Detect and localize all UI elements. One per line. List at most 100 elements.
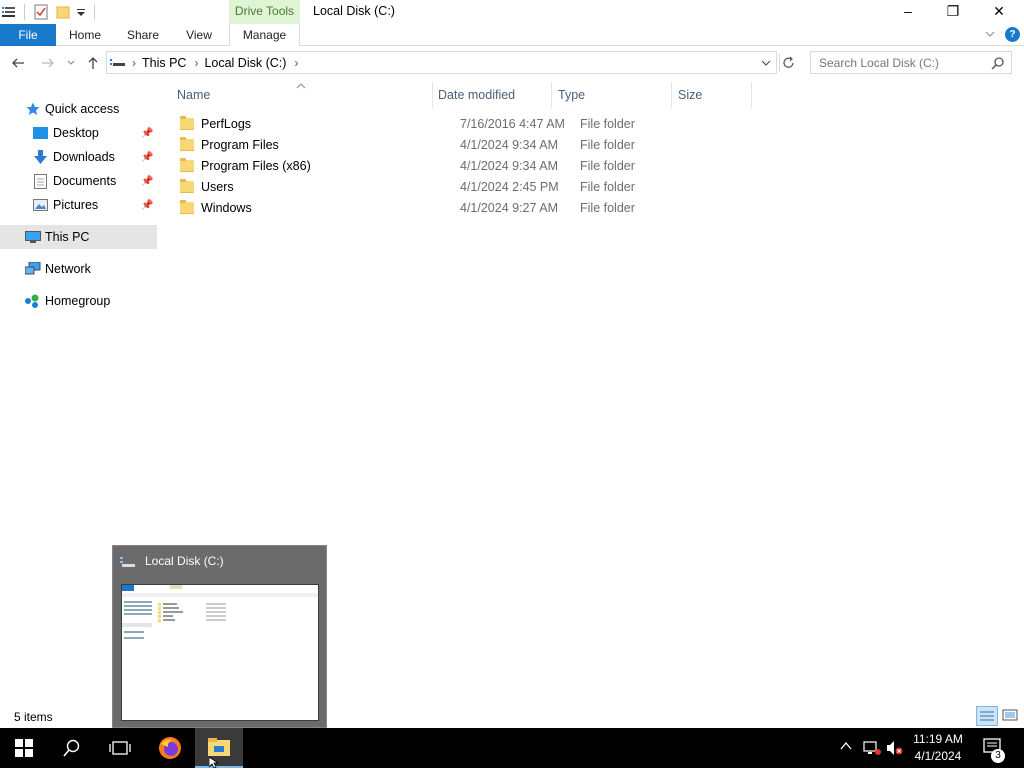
address-bar[interactable]: › This PC › Local Disk (C:) › — [106, 51, 777, 74]
tab-file[interactable]: File — [0, 24, 56, 46]
column-header-date[interactable]: Date modified — [438, 86, 515, 104]
file-explorer-icon — [208, 738, 230, 756]
firefox-icon — [159, 737, 181, 759]
recent-locations-icon[interactable] — [66, 57, 76, 67]
desktop-icon — [33, 127, 48, 139]
documents-icon — [34, 173, 47, 189]
folder-icon — [180, 178, 194, 193]
pin-icon[interactable]: 📌 — [141, 128, 153, 139]
pin-icon[interactable]: 📌 — [141, 176, 153, 187]
file-date: 4/1/2024 9:27 AM — [460, 200, 558, 215]
pictures-icon — [33, 199, 48, 211]
expand-ribbon-icon[interactable] — [984, 28, 996, 40]
search-input[interactable]: Search Local Disk (C:) — [810, 51, 1012, 74]
sort-arrow-icon — [296, 79, 306, 89]
tab-share[interactable]: Share — [116, 24, 170, 46]
start-button[interactable] — [0, 728, 48, 768]
file-explorer-taskbar-button[interactable] — [195, 728, 243, 768]
folder-icon — [180, 115, 194, 130]
nav-downloads[interactable]: Downloads 📌 — [0, 145, 157, 169]
file-type: File folder — [580, 200, 635, 215]
tab-view[interactable]: View — [174, 24, 224, 46]
nav-label: Network — [45, 262, 91, 276]
close-button[interactable]: ✕ — [976, 0, 1022, 22]
file-name: Windows — [201, 200, 252, 215]
homegroup-icon — [24, 294, 41, 308]
new-folder-icon[interactable] — [56, 5, 70, 19]
large-icons-view-icon[interactable] — [1000, 706, 1020, 726]
nav-label: Homegroup — [45, 294, 111, 308]
firefox-taskbar-button[interactable] — [146, 728, 194, 768]
table-row[interactable]: PerfLogs 7/16/2016 4:47 AM File folder — [171, 113, 771, 134]
table-row[interactable]: Program Files 4/1/2024 9:34 AM File fold… — [171, 134, 771, 155]
title-bar: Drive Tools Local Disk (C:) – ❐ ✕ — [0, 0, 1024, 24]
file-date: 4/1/2024 2:45 PM — [460, 179, 559, 194]
thumbnail-title: Local Disk (C:) — [145, 554, 224, 568]
restore-button[interactable]: ❐ — [930, 0, 976, 22]
pin-icon[interactable]: 📌 — [141, 152, 153, 163]
forward-arrow-icon[interactable] — [40, 55, 56, 71]
show-hidden-icons-chevron-icon[interactable] — [840, 740, 852, 755]
breadcrumb-local-disk[interactable]: Local Disk (C:) — [204, 56, 286, 70]
properties-icon[interactable] — [34, 4, 48, 20]
minimize-button[interactable]: – — [885, 0, 931, 22]
column-divider[interactable] — [432, 82, 433, 108]
nav-quick-access[interactable]: Quick access — [0, 97, 157, 121]
mouse-cursor-icon — [208, 756, 220, 771]
network-tray-icon[interactable] — [863, 740, 881, 759]
breadcrumb-separator: › — [294, 55, 299, 70]
breadcrumb-separator: › — [132, 55, 136, 70]
file-type: File folder — [580, 137, 635, 152]
column-header-name[interactable]: Name — [177, 86, 210, 104]
task-view-button[interactable] — [96, 728, 144, 768]
table-row[interactable]: Users 4/1/2024 2:45 PM File folder — [171, 176, 771, 197]
clock-date: 4/1/2024 — [914, 749, 962, 763]
customize-qat-icon[interactable] — [76, 5, 86, 19]
windows-logo-icon — [15, 739, 33, 757]
help-icon[interactable]: ? — [1005, 27, 1020, 42]
download-arrow-icon — [33, 150, 48, 164]
tab-manage[interactable]: Manage — [229, 24, 300, 46]
tab-home[interactable]: Home — [58, 24, 112, 46]
nav-documents[interactable]: Documents 📌 — [0, 169, 157, 193]
back-arrow-icon[interactable] — [10, 55, 26, 71]
search-icon[interactable] — [991, 56, 1005, 70]
folder-icon — [180, 136, 194, 151]
pin-icon[interactable]: 📌 — [141, 200, 153, 211]
nav-network[interactable]: Network — [0, 257, 157, 281]
breadcrumb-separator: › — [194, 55, 199, 70]
column-divider[interactable] — [751, 82, 752, 108]
nav-desktop[interactable]: Desktop 📌 — [0, 121, 157, 145]
drive-app-icon[interactable] — [2, 6, 16, 18]
breadcrumb-this-pc[interactable]: This PC — [142, 56, 186, 70]
item-count: 5 items — [14, 710, 53, 724]
window-title: Local Disk (C:) — [313, 4, 395, 18]
volume-muted-icon[interactable] — [886, 740, 904, 759]
divider — [94, 4, 95, 20]
file-name: Program Files — [201, 137, 279, 152]
column-header-size[interactable]: Size — [678, 86, 702, 104]
nav-pictures[interactable]: Pictures 📌 — [0, 193, 157, 217]
table-row[interactable]: Windows 4/1/2024 9:27 AM File folder — [171, 197, 771, 218]
file-name: Program Files (x86) — [201, 158, 311, 173]
search-button[interactable] — [48, 728, 96, 768]
task-view-icon — [109, 741, 131, 755]
refresh-icon[interactable] — [779, 54, 797, 72]
column-header-type[interactable]: Type — [558, 86, 585, 104]
nav-label: This PC — [45, 230, 90, 244]
column-divider[interactable] — [671, 82, 672, 108]
drive-icon — [110, 57, 126, 69]
nav-homegroup[interactable]: Homegroup — [0, 289, 157, 313]
nav-this-pc[interactable]: This PC — [0, 225, 157, 249]
nav-label: Desktop — [53, 126, 99, 140]
divider — [24, 4, 25, 20]
column-divider[interactable] — [551, 82, 552, 108]
file-type: File folder — [580, 116, 635, 131]
table-row[interactable]: Program Files (x86) 4/1/2024 9:34 AM Fil… — [171, 155, 771, 176]
details-view-icon[interactable] — [976, 706, 998, 726]
search-icon — [63, 739, 80, 757]
tray-clock[interactable]: 11:19 AM 4/1/2024 — [905, 731, 971, 765]
nav-label: Downloads — [53, 150, 115, 164]
address-dropdown-icon[interactable] — [760, 57, 772, 69]
up-arrow-icon[interactable] — [85, 55, 101, 71]
